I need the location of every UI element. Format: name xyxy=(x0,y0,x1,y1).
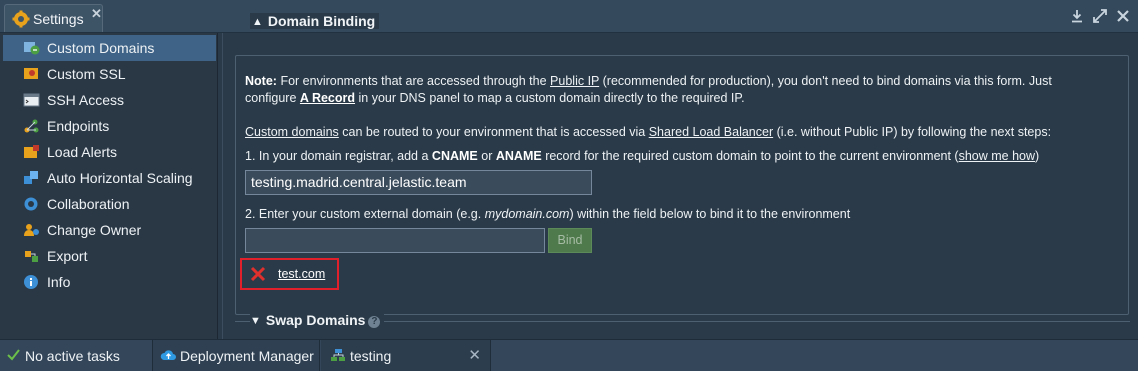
download-icon[interactable] xyxy=(1070,9,1084,23)
sidebar-item-collaboration[interactable]: Collaboration xyxy=(3,191,216,217)
sidebar-item-label: Auto Horizontal Scaling xyxy=(47,170,193,186)
routing-paragraph: Custom domains can be routed to your env… xyxy=(245,125,1052,139)
tab-testing[interactable]: testing ✕ xyxy=(321,340,491,371)
sidebar-item-endpoints[interactable]: Endpoints xyxy=(3,113,216,139)
sidebar-item-export[interactable]: Export xyxy=(3,243,216,269)
sidebar-item-change-owner[interactable]: Change Owner xyxy=(3,217,216,243)
collaboration-icon xyxy=(24,197,38,211)
window-tools xyxy=(1070,9,1130,25)
task-bar: No active tasks Deployment Manager testi… xyxy=(0,339,1138,371)
terminal-icon xyxy=(23,93,40,107)
ssl-certificate-icon xyxy=(24,68,38,79)
note-paragraph: Note: For environments that are accessed… xyxy=(245,74,1052,88)
sidebar-item-label: Info xyxy=(47,274,71,290)
sidebar-item-auto-horizontal-scaling[interactable]: Auto Horizontal Scaling xyxy=(3,165,216,191)
cloud-icon xyxy=(160,350,176,360)
sidebar-item-custom-ssl[interactable]: Custom SSL xyxy=(3,61,216,87)
gear-icon xyxy=(12,10,30,28)
bound-domain-entry: test.com xyxy=(240,258,339,290)
top-tab-bar: Settings ✕ xyxy=(0,0,1138,33)
sidebar-item-label: Export xyxy=(47,248,88,264)
a-record-link[interactable]: A Record xyxy=(300,91,355,105)
settings-sidebar: Custom Domains Custom SSL SSH Access End… xyxy=(0,33,218,339)
swap-domains-header[interactable]: ▼ Swap Domains? xyxy=(250,312,385,329)
collapse-triangle-icon: ▲ xyxy=(252,16,263,28)
load-alerts-icon xyxy=(24,145,39,158)
sidebar-item-load-alerts[interactable]: Load Alerts xyxy=(3,139,216,165)
change-owner-icon xyxy=(24,224,39,236)
tab-settings-label: Settings xyxy=(33,11,84,27)
public-ip-link[interactable]: Public IP xyxy=(550,74,599,88)
step2-text: 2. Enter your custom external domain (e.… xyxy=(245,207,851,221)
sidebar-item-label: Load Alerts xyxy=(47,144,118,160)
close-icon[interactable]: ✕ xyxy=(468,346,481,364)
endpoints-icon xyxy=(24,119,39,133)
custom-domain-input[interactable] xyxy=(245,228,545,253)
sidebar-item-label: Endpoints xyxy=(47,118,110,134)
sidebar-item-label: Change Owner xyxy=(47,222,142,238)
environment-icon xyxy=(331,349,345,361)
info-icon xyxy=(24,275,38,289)
show-me-how-link[interactable]: show me how xyxy=(959,149,1035,163)
domain-binding-header[interactable]: ▲ Domain Binding xyxy=(250,13,380,29)
expand-triangle-icon: ▼ xyxy=(250,315,261,327)
close-window-icon[interactable] xyxy=(1116,9,1130,23)
sidebar-item-label: Collaboration xyxy=(47,196,130,212)
export-icon xyxy=(25,251,38,262)
bound-domain-link[interactable]: test.com xyxy=(278,267,325,281)
tasks-status[interactable]: No active tasks xyxy=(0,340,150,371)
tasks-label: No active tasks xyxy=(25,348,120,364)
scaling-icon xyxy=(24,171,38,184)
help-icon[interactable]: ? xyxy=(368,316,381,328)
remove-domain-icon[interactable] xyxy=(250,266,266,282)
tab-close-icon[interactable]: ✕ xyxy=(91,6,102,22)
sidebar-item-ssh-access[interactable]: SSH Access xyxy=(3,87,216,113)
shared-load-balancer-link[interactable]: Shared Load Balancer xyxy=(649,125,773,139)
sidebar-item-custom-domains[interactable]: Custom Domains xyxy=(3,35,216,61)
custom-domains-link[interactable]: Custom domains xyxy=(245,125,339,139)
testing-label: testing xyxy=(350,348,392,364)
sidebar-item-label: SSH Access xyxy=(47,92,125,108)
expand-icon[interactable] xyxy=(1093,9,1107,23)
tab-deployment-manager[interactable]: Deployment Manager xyxy=(152,340,320,371)
sidebar-item-label: Custom SSL xyxy=(47,66,126,82)
environment-domain-field[interactable]: testing.madrid.central.jelastic.team xyxy=(245,170,592,195)
deployment-manager-label: Deployment Manager xyxy=(180,348,314,364)
checkmark-icon xyxy=(7,349,20,361)
note-paragraph-line2: configure A Record in your DNS panel to … xyxy=(245,91,745,105)
custom-domains-icon xyxy=(24,42,40,55)
step1-text: 1. In your domain registrar, add a CNAME… xyxy=(245,149,1040,163)
bind-button[interactable]: Bind xyxy=(548,228,592,253)
sidebar-item-info[interactable]: Info xyxy=(3,269,216,295)
sidebar-item-label: Custom Domains xyxy=(47,40,155,56)
tab-settings[interactable]: Settings ✕ xyxy=(4,4,103,32)
